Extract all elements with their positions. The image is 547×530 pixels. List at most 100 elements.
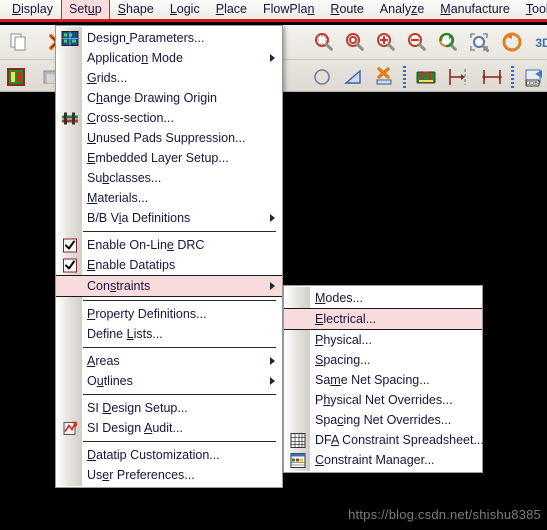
menu-item-si-design-audit[interactable]: SI Design Audit... bbox=[56, 418, 282, 438]
menu-item-si-design-setup[interactable]: SI Design Setup... bbox=[56, 398, 282, 418]
menu-item-outlines[interactable]: Outlines bbox=[56, 371, 282, 391]
menubar-item-label: Manufacture bbox=[440, 2, 510, 16]
menu-item-cross-section[interactable]: Cross-section... bbox=[56, 108, 282, 128]
zoom-fit-icon[interactable] bbox=[310, 28, 337, 55]
menu-item-label: B/B Via Definitions bbox=[87, 211, 191, 225]
si-design-audit-icon bbox=[59, 419, 80, 438]
menu-item-constraint-manager[interactable]: Constraint Manager... bbox=[284, 450, 482, 470]
zoom-by-points-icon[interactable] bbox=[341, 28, 368, 55]
dimension-span-icon[interactable] bbox=[478, 63, 505, 90]
menu-item-label: Design Parameters... bbox=[87, 31, 205, 45]
menu-item-label: DFA Constraint Spreadsheet... bbox=[315, 433, 484, 447]
menu-item-property-definitions[interactable]: Property Definitions... bbox=[56, 304, 282, 324]
design-parameters-icon bbox=[59, 29, 80, 48]
menubar-item-manufacture[interactable]: Manufacture bbox=[432, 0, 518, 20]
delete-shape-icon[interactable] bbox=[370, 63, 397, 90]
menubar-item-flowplan[interactable]: FlowPlan bbox=[255, 0, 322, 20]
redraw-icon bbox=[501, 31, 523, 53]
menu-item-materials[interactable]: Materials... bbox=[56, 188, 282, 208]
menubar-item-display[interactable]: Display bbox=[4, 0, 61, 20]
copy-icon bbox=[7, 31, 29, 53]
menu-item-physical-net-overrides[interactable]: Physical Net Overrides... bbox=[284, 390, 482, 410]
three-d-view-icon: 3D bbox=[532, 31, 547, 53]
menu-item-label: Embedded Layer Setup... bbox=[87, 151, 229, 165]
color-layers-icon bbox=[5, 66, 27, 88]
copy-icon[interactable] bbox=[4, 28, 31, 55]
menu-separator bbox=[83, 300, 276, 301]
setup-dropdown-menu[interactable]: Design Parameters... Application Mode Grid… bbox=[55, 25, 283, 488]
shape-outline-icon bbox=[311, 66, 333, 88]
menu-item-b-b-via-definitions[interactable]: B/B Via Definitions bbox=[56, 208, 282, 228]
menu-item-label: Materials... bbox=[87, 191, 149, 205]
menu-item-label: Enable Datatips bbox=[87, 258, 176, 272]
zoom-previous-icon[interactable] bbox=[434, 28, 461, 55]
menu-item-dfa-constraint-spreadsheet[interactable]: DFA Constraint Spreadsheet... bbox=[284, 430, 484, 450]
menu-item-embedded-layer-setup[interactable]: Embedded Layer Setup... bbox=[56, 148, 282, 168]
shape-polygon-icon[interactable] bbox=[339, 63, 366, 90]
submenu-arrow-icon bbox=[270, 377, 275, 385]
menu-separator bbox=[83, 394, 276, 395]
watermark-url: https://blog.csdn.net/shishu8385 bbox=[348, 507, 541, 522]
menu-item-grids[interactable]: Grids... bbox=[56, 68, 282, 88]
menu-item-define-lists[interactable]: Define Lists... bbox=[56, 324, 282, 344]
menu-item-application-mode[interactable]: Application Mode bbox=[56, 48, 282, 68]
menu-item-enable-datatips[interactable]: Enable Datatips bbox=[56, 255, 282, 275]
dimension-edge-icon[interactable] bbox=[443, 63, 470, 90]
zoom-in-icon[interactable] bbox=[372, 28, 399, 55]
menu-item-datatip-customization[interactable]: Datatip Customization... bbox=[56, 445, 282, 465]
menu-item-same-net-spacing[interactable]: Same Net Spacing... bbox=[284, 370, 482, 390]
cross-section-icon bbox=[59, 109, 80, 128]
menu-item-areas[interactable]: Areas bbox=[56, 351, 282, 371]
menubar-item-tools[interactable]: Tools bbox=[518, 0, 547, 20]
submenu-arrow-icon bbox=[270, 54, 275, 62]
redraw-icon[interactable] bbox=[498, 28, 525, 55]
menubar-item-setup[interactable]: Setup bbox=[61, 0, 110, 20]
shape-outline-icon[interactable] bbox=[308, 63, 335, 90]
menubar-item-logic[interactable]: Logic bbox=[162, 0, 208, 20]
menubar-item-shape[interactable]: Shape bbox=[110, 0, 162, 20]
menu-item-subclasses[interactable]: Subclasses... bbox=[56, 168, 282, 188]
color-layers-icon[interactable] bbox=[2, 63, 29, 90]
menu-item-label: Modes... bbox=[315, 291, 363, 305]
cad-application-window: Display Setup Shape Logic Place FlowPlan Route… bbox=[0, 0, 547, 530]
menu-item-electrical[interactable]: Electrical... bbox=[284, 308, 482, 330]
menubar-item-label: FlowPlan bbox=[263, 2, 315, 16]
menu-item-design-parameters[interactable]: Design Parameters... bbox=[56, 28, 282, 48]
odb-export-icon[interactable]: ODB bbox=[520, 63, 547, 90]
menu-item-label: Unused Pads Suppression... bbox=[87, 131, 246, 145]
menubar-item-route[interactable]: Route bbox=[322, 0, 371, 20]
zoom-previous-icon bbox=[437, 31, 459, 53]
menubar-item-place[interactable]: Place bbox=[208, 0, 255, 20]
menu-item-enable-on-line-drc[interactable]: Enable On-Line DRC bbox=[56, 235, 282, 255]
menubar-item-label: Shape bbox=[117, 2, 154, 16]
menubar-item-analyze[interactable]: Analyze bbox=[372, 0, 432, 20]
menu-item-unused-pads-suppression[interactable]: Unused Pads Suppression... bbox=[56, 128, 282, 148]
checkbox-checked-icon[interactable] bbox=[59, 256, 80, 275]
zoom-by-points-icon bbox=[344, 31, 366, 53]
menu-item-constraints[interactable]: Constraints bbox=[56, 275, 282, 297]
menubar-item-label: Route bbox=[330, 2, 364, 16]
toolbar-separator bbox=[403, 65, 406, 88]
svg-text:3D: 3D bbox=[535, 36, 547, 50]
menu-item-physical[interactable]: Physical... bbox=[284, 330, 482, 350]
menu-item-modes[interactable]: Modes... bbox=[284, 288, 482, 308]
menu-item-user-preferences[interactable]: User Preferences... bbox=[56, 465, 282, 485]
constraint-area-icon bbox=[415, 66, 437, 88]
dimension-span-icon bbox=[481, 66, 503, 88]
menu-item-label: Physical Net Overrides... bbox=[315, 393, 453, 407]
submenu-arrow-icon bbox=[270, 282, 275, 290]
menu-item-spacing-net-overrides[interactable]: Spacing Net Overrides... bbox=[284, 410, 482, 430]
constraint-area-icon[interactable] bbox=[412, 63, 439, 90]
zoom-out-icon[interactable] bbox=[403, 28, 430, 55]
menu-item-label: SI Design Setup... bbox=[87, 401, 188, 415]
constraint-manager-icon bbox=[287, 451, 308, 470]
zoom-selection-icon[interactable] bbox=[465, 28, 492, 55]
delete-shape-icon bbox=[373, 66, 395, 88]
checkbox-checked-icon[interactable] bbox=[59, 236, 80, 255]
menu-item-spacing[interactable]: Spacing... bbox=[284, 350, 482, 370]
constraints-submenu[interactable]: Modes... Electrical... Physical... Spacing.… bbox=[283, 285, 484, 473]
menu-item-change-drawing-origin[interactable]: Change Drawing Origin bbox=[56, 88, 282, 108]
menu-item-label: Datatip Customization... bbox=[87, 448, 220, 462]
three-d-view-icon[interactable]: 3D bbox=[529, 28, 547, 55]
checkbox bbox=[62, 238, 77, 252]
